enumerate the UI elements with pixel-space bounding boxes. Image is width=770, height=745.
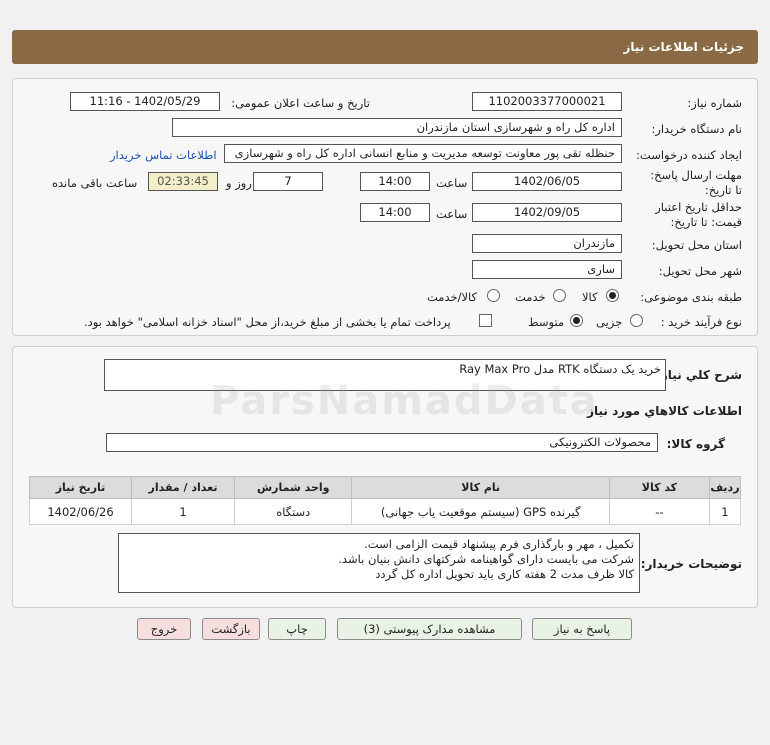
category-label: طبقه بندی موضوعی: bbox=[640, 290, 742, 304]
days-field: 7 bbox=[253, 172, 323, 191]
process-option-medium: متوسط bbox=[528, 315, 565, 329]
process-radio-medium[interactable] bbox=[570, 314, 583, 327]
validity-date-field: 1402/09/05 bbox=[472, 203, 622, 222]
remaining-time-field: 02:33:45 bbox=[148, 172, 218, 191]
summary-title-text: خرید یک دستگاه RTK مدل Ray Max Pro bbox=[459, 362, 661, 376]
announce-label: تاریخ و ساعت اعلان عمومی: bbox=[231, 96, 370, 110]
col-row-number: ردیف bbox=[708, 476, 742, 499]
print-button[interactable]: چاپ bbox=[268, 618, 326, 640]
announce-field: 1402/05/29 - 11:16 bbox=[70, 92, 220, 111]
col-item-name: نام کالا bbox=[351, 476, 610, 499]
creator-field: حنظله تقی پور معاونت توسعه مدیریت و مناب… bbox=[224, 144, 622, 163]
col-unit: واحد شمارش bbox=[234, 476, 353, 499]
col-item-code: کد کالا bbox=[608, 476, 710, 499]
page-header: جزئیات اطلاعات نیاز bbox=[12, 30, 758, 64]
validity-label: حداقل تاریخ اعتبار قیمت: تا تاریخ: bbox=[655, 200, 742, 229]
group-label: گروه کالا: bbox=[666, 437, 725, 451]
buyer-field: اداره کل راه و شهرسازی استان مازندران bbox=[172, 118, 622, 137]
cell-item-name: گیرنده GPS (سیستم موقعیت یاب جهانی) bbox=[351, 498, 610, 525]
back-button[interactable]: بازگشت bbox=[202, 618, 260, 640]
cell-row-number: 1 bbox=[708, 498, 742, 525]
deadline-date-field: 1402/06/05 bbox=[472, 172, 622, 191]
process-radio-minor[interactable] bbox=[630, 314, 643, 327]
table-header-row: ردیف کد کالا نام کالا واحد شمارش تعداد /… bbox=[28, 476, 742, 499]
category-radio-goods[interactable] bbox=[606, 289, 619, 302]
province-field: مازندران bbox=[472, 234, 622, 253]
category-option-goods: کالا bbox=[582, 290, 598, 304]
validity-time-field: 14:00 bbox=[360, 203, 430, 222]
deadline-label: مهلت ارسال پاسخ: تا تاریخ: bbox=[650, 168, 742, 197]
deadline-time-field: 14:00 bbox=[360, 172, 430, 191]
note-line: کالا ظرف مدت 2 هفته کاری باید تحویل ادار… bbox=[375, 567, 634, 581]
need-number-label: شماره نیاز: bbox=[687, 96, 742, 110]
buyer-label: نام دستگاه خریدار: bbox=[651, 122, 742, 136]
city-field: ساری bbox=[472, 260, 622, 279]
watermark-text: ParsNamadData bbox=[210, 378, 599, 424]
remaining-label: ساعت باقی مانده bbox=[52, 176, 138, 190]
deadline-time-label: ساعت bbox=[436, 176, 468, 190]
summary-title-label: شرح کلي نياز: bbox=[656, 368, 742, 382]
contact-info-link[interactable]: اطلاعات تماس خریدار bbox=[110, 148, 217, 162]
attachments-button[interactable]: مشاهده مدارک پیوستی (3) bbox=[337, 618, 522, 640]
reply-button[interactable]: پاسخ به نیاز bbox=[532, 618, 632, 640]
goods-table: ردیف کد کالا نام کالا واحد شمارش تعداد /… bbox=[28, 476, 742, 525]
buyer-notes-box: تکمیل ، مهر و بارگذاری فرم پیشنهاد قیمت … bbox=[118, 533, 640, 593]
payment-note: پرداخت تمام یا بخشی از مبلغ خرید،از محل … bbox=[84, 315, 451, 329]
creator-label: ایجاد کننده درخواست: bbox=[636, 148, 742, 162]
need-number-field: 1102003377000021 bbox=[472, 92, 622, 111]
note-line: شرکت می بایست دارای گواهینامه شرکتهای دا… bbox=[338, 552, 634, 566]
cell-quantity: 1 bbox=[131, 498, 236, 525]
payment-checkbox[interactable] bbox=[479, 314, 492, 327]
category-option-service: خدمت bbox=[515, 290, 546, 304]
col-need-date: تاریخ نیاز bbox=[28, 476, 133, 499]
cell-unit: دستگاه bbox=[234, 498, 353, 525]
goods-info-title: اطلاعات کالاهاي مورد نياز bbox=[587, 404, 742, 418]
cell-need-date: 1402/06/26 bbox=[28, 498, 133, 525]
category-radio-service[interactable] bbox=[553, 289, 566, 302]
days-label: روز و bbox=[226, 176, 252, 190]
process-option-minor: جزیی bbox=[596, 315, 623, 329]
exit-button[interactable]: خروج bbox=[137, 618, 191, 640]
cell-item-code: -- bbox=[608, 498, 710, 525]
table-row[interactable]: 1 -- گیرنده GPS (سیستم موقعیت یاب جهانی)… bbox=[28, 498, 742, 525]
city-label: شهر محل تحویل: bbox=[658, 264, 742, 278]
process-label: نوع فرآیند خرید : bbox=[660, 315, 742, 329]
group-field: محصولات الکترونیکی bbox=[106, 433, 658, 452]
page-title: جزئیات اطلاعات نیاز bbox=[623, 40, 744, 54]
province-label: استان محل تحویل: bbox=[651, 238, 742, 252]
category-radio-goods-service[interactable] bbox=[487, 289, 500, 302]
col-quantity: تعداد / مقدار bbox=[131, 476, 236, 499]
validity-time-label: ساعت bbox=[436, 207, 468, 221]
note-line: تکمیل ، مهر و بارگذاری فرم پیشنهاد قیمت … bbox=[364, 537, 634, 551]
buyer-notes-label: توضیحات خریدار: bbox=[640, 557, 742, 571]
category-option-goods-service: کالا/خدمت bbox=[427, 290, 478, 304]
